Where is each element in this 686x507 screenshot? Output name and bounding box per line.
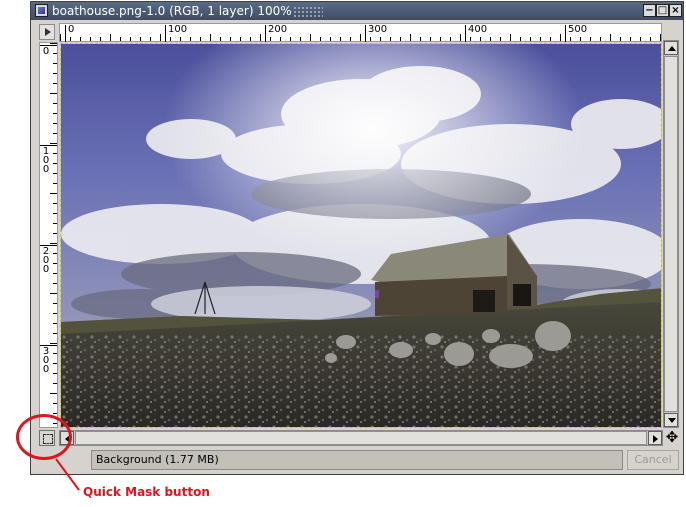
- status-bar: Background (1.77 MB): [91, 450, 623, 470]
- close-button[interactable]: ×: [669, 4, 682, 17]
- title-grip: [293, 6, 323, 18]
- ruler-label: 300: [40, 345, 57, 375]
- ruler-label: 200: [40, 245, 57, 275]
- ruler-label: 400: [465, 25, 487, 42]
- maximize-button[interactable]: □: [656, 4, 669, 17]
- window-title: boathouse.png-1.0 (RGB, 1 layer) 100%: [52, 4, 292, 18]
- highlight-circle: [16, 414, 72, 460]
- title-bar[interactable]: boathouse.png-1.0 (RGB, 1 layer) 100% − …: [31, 2, 683, 20]
- cancel-button[interactable]: Cancel: [627, 450, 679, 470]
- ruler-label: 0: [65, 25, 74, 42]
- ruler-label: 300: [365, 25, 387, 42]
- image-canvas[interactable]: [60, 43, 662, 428]
- scroll-right-icon[interactable]: [648, 431, 662, 445]
- vertical-ruler[interactable]: 0 100 200 300: [39, 42, 58, 428]
- scroll-thumb[interactable]: [75, 431, 647, 445]
- image-window: boathouse.png-1.0 (RGB, 1 layer) 100% − …: [30, 1, 684, 475]
- menu-arrow-icon[interactable]: [39, 24, 55, 40]
- navigate-icon[interactable]: ✥: [664, 430, 680, 446]
- boathouse-photo: [61, 44, 661, 427]
- annotation-label: Quick Mask button: [83, 485, 210, 499]
- ruler-label: 0: [40, 45, 57, 57]
- ruler-label: 500: [565, 25, 587, 42]
- ruler-label: 200: [265, 25, 287, 42]
- ruler-label: 100: [165, 25, 187, 42]
- image-file-icon: [35, 4, 48, 17]
- horizontal-scrollbar[interactable]: [59, 430, 663, 446]
- ruler-label: 100: [40, 145, 57, 175]
- scroll-thumb[interactable]: [664, 56, 678, 412]
- scroll-up-icon[interactable]: [664, 41, 678, 55]
- minimize-button[interactable]: −: [643, 4, 656, 17]
- vertical-scrollbar[interactable]: [663, 40, 679, 428]
- scroll-down-icon[interactable]: [664, 413, 678, 427]
- horizontal-ruler[interactable]: 0 100 200 300 400 500: [59, 23, 662, 42]
